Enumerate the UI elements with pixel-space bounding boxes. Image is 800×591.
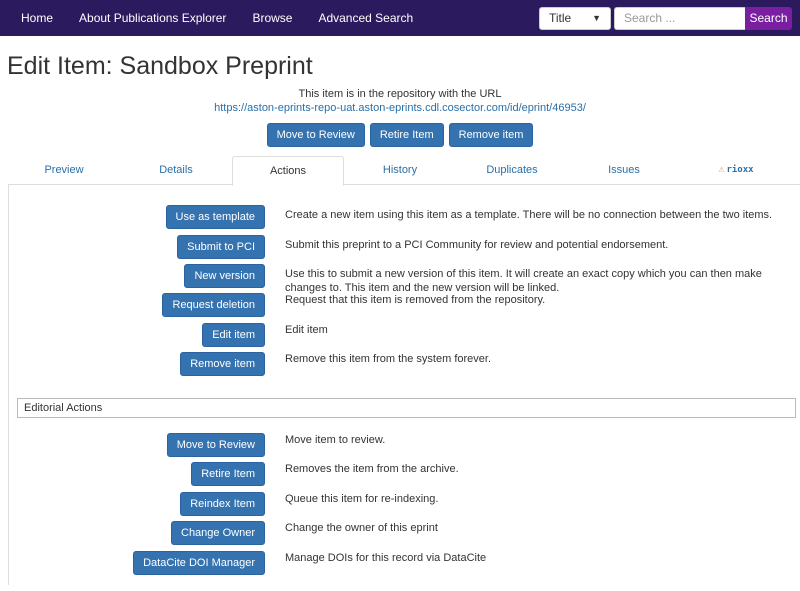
new-version-button[interactable]: New version [184, 264, 265, 288]
editorial-actions-header: Editorial Actions [17, 398, 796, 418]
action-description: Remove this item from the system forever… [285, 353, 492, 365]
search-group: Title ▼ Search ... Search [539, 6, 792, 30]
action-description: Create a new item using this item as a t… [285, 209, 773, 221]
top-navbar: Home About Publications Explorer Browse … [0, 0, 800, 36]
item-tabs: Preview Details Actions History Duplicat… [8, 156, 800, 186]
action-description: Move item to review. [285, 434, 386, 446]
tab-preview[interactable]: Preview [8, 156, 120, 184]
submit-to-pci-button[interactable]: Submit to PCI [177, 235, 265, 259]
search-field-value: Title [549, 11, 572, 25]
nav-browse-link[interactable]: Browse [252, 11, 292, 25]
request-deletion-button[interactable]: Request deletion [162, 293, 265, 317]
action-description: Removes the item from the archive. [285, 463, 459, 475]
edit-item-button[interactable]: Edit item [202, 323, 265, 347]
repository-notice-text: This item is in the repository with the … [298, 88, 502, 100]
chevron-down-icon: ▼ [592, 13, 601, 23]
tab-details[interactable]: Details [120, 156, 232, 184]
top-action-buttons: Move to Review Retire Item Remove item [0, 123, 800, 147]
change-owner-button[interactable]: Change Owner [171, 521, 265, 545]
tab-rioxx[interactable]: ⚠ rioxx [680, 156, 792, 184]
search-input[interactable]: Search ... [614, 6, 745, 30]
editorial-move-to-review-button[interactable]: Move to Review [166, 433, 265, 457]
use-as-template-button[interactable]: Use as template [165, 205, 265, 229]
action-description: Use this to submit a new version of this… [285, 268, 762, 294]
retire-item-button[interactable]: Retire Item [369, 123, 444, 147]
move-to-review-button[interactable]: Move to Review [266, 123, 365, 147]
nav-advanced-search-link[interactable]: Advanced Search [318, 11, 413, 25]
action-description: Edit item [285, 324, 328, 336]
nav-home-link[interactable]: Home [21, 11, 53, 25]
tab-actions[interactable]: Actions [232, 156, 344, 186]
action-description: Request that this item is removed from t… [285, 294, 546, 306]
warning-icon: ⚠ [718, 164, 725, 175]
action-description: Queue this item for re-indexing. [285, 493, 439, 505]
search-field-select[interactable]: Title ▼ [539, 6, 611, 30]
actions-panel: Use as template Create a new item using … [8, 185, 800, 585]
editorial-retire-item-button[interactable]: Retire Item [191, 462, 265, 486]
search-button[interactable]: Search [745, 6, 792, 30]
reindex-item-button[interactable]: Reindex Item [180, 492, 265, 516]
remove-item-forever-button[interactable]: Remove item [180, 352, 265, 376]
page-title: Edit Item: Sandbox Preprint [7, 52, 313, 80]
action-description: Manage DOIs for this record via DataCite [285, 552, 487, 564]
remove-item-button[interactable]: Remove item [448, 123, 534, 147]
repository-url-link[interactable]: https://aston-eprints-repo-uat.aston-epr… [0, 102, 800, 114]
datacite-doi-manager-button[interactable]: DataCite DOI Manager [133, 551, 265, 575]
action-description: Submit this preprint to a PCI Community … [285, 239, 669, 251]
action-description: Change the owner of this eprint [285, 522, 438, 534]
nav-about-link[interactable]: About Publications Explorer [79, 11, 226, 25]
tab-duplicates[interactable]: Duplicates [456, 156, 568, 184]
tab-history[interactable]: History [344, 156, 456, 184]
tab-issues[interactable]: Issues [568, 156, 680, 184]
tab-rioxx-label: rioxx [726, 165, 754, 175]
repository-notice: This item is in the repository with the … [0, 88, 800, 114]
